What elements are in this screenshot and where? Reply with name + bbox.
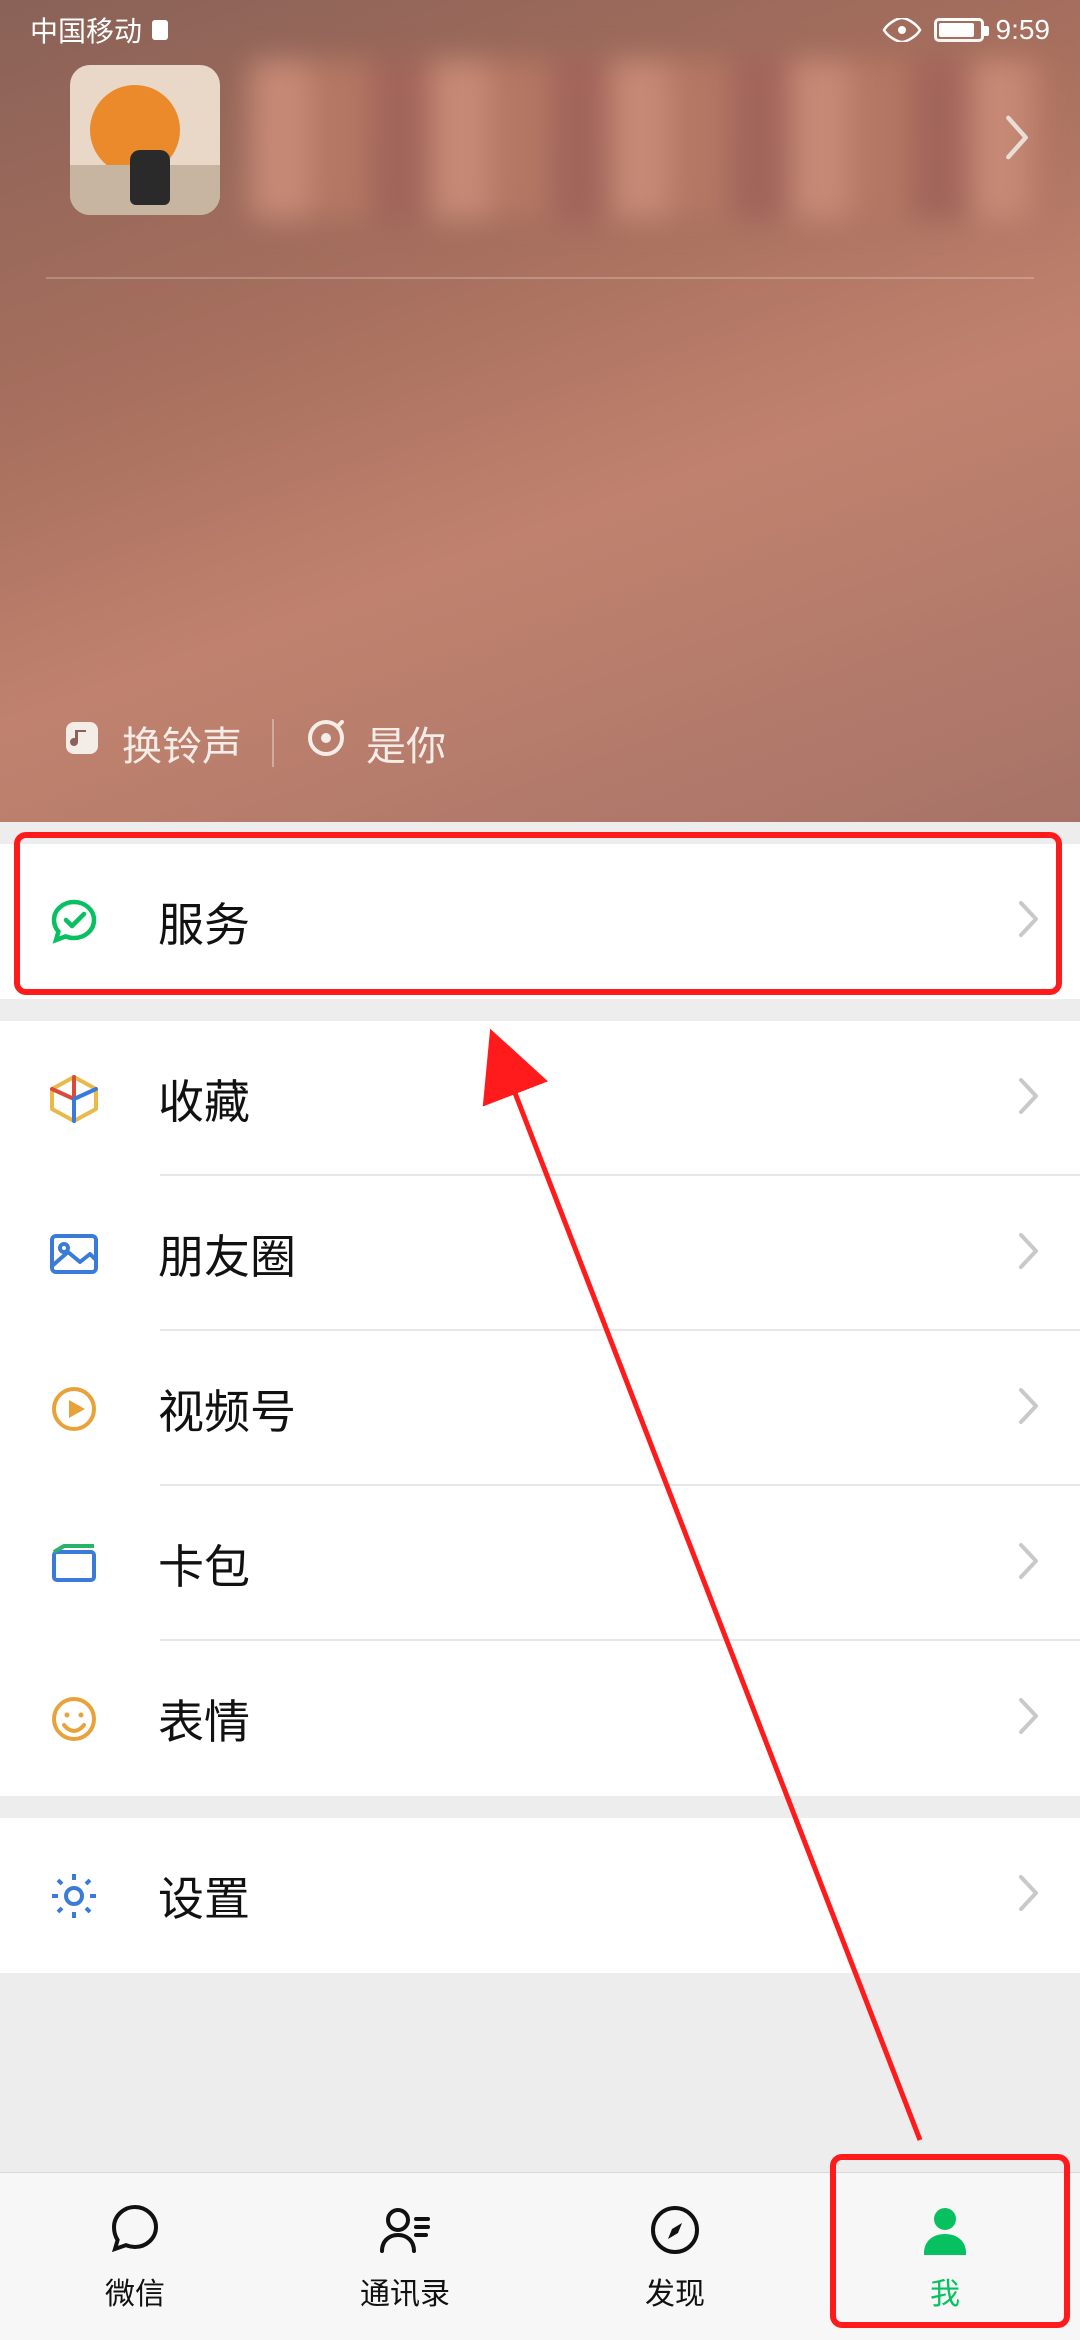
tab-discover-label: 发现 [645, 2269, 705, 2313]
music-note-icon [60, 716, 104, 770]
chevron-right-icon [1018, 1869, 1040, 1923]
sim-icon [148, 18, 172, 42]
cards-icon [46, 1536, 102, 1592]
person-icon [916, 2201, 974, 2259]
moments-icon [46, 1226, 102, 1282]
compass-icon [646, 2201, 704, 2259]
stickers-icon [46, 1691, 102, 1747]
settings-icon [46, 1868, 102, 1924]
chevron-right-icon [1018, 1382, 1040, 1436]
cards-label: 卡包 [158, 1531, 1018, 1597]
favorites-icon [46, 1071, 102, 1127]
separator [272, 719, 274, 767]
disc-icon [304, 716, 348, 770]
favorites-row[interactable]: 收藏 [0, 1021, 1080, 1176]
services-row[interactable]: 服务 [0, 844, 1080, 999]
chevron-right-icon [1018, 1072, 1040, 1126]
moments-label: 朋友圈 [158, 1221, 1018, 1287]
settings-label: 设置 [158, 1863, 1018, 1929]
change-ringtone-button[interactable]: 换铃声 [60, 714, 242, 772]
contacts-icon [376, 2201, 434, 2259]
tab-contacts-label: 通讯录 [360, 2269, 450, 2313]
clock-label: 9:59 [996, 14, 1051, 46]
chevron-right-icon [1002, 114, 1032, 167]
services-label: 服务 [158, 889, 1018, 955]
cards-row[interactable]: 卡包 [0, 1486, 1080, 1641]
chevron-right-icon [1018, 1692, 1040, 1746]
tab-chats[interactable]: 微信 [0, 2173, 270, 2340]
chat-bubble-icon [106, 2201, 164, 2259]
avatar [70, 65, 220, 215]
settings-row[interactable]: 设置 [0, 1818, 1080, 1973]
chevron-right-icon [1018, 895, 1040, 949]
tab-bar: 微信 通讯录 发现 我 [0, 2172, 1080, 2340]
stickers-row[interactable]: 表情 [0, 1641, 1080, 1796]
profile-row[interactable] [70, 60, 1050, 220]
tab-me-label: 我 [930, 2269, 960, 2313]
chevron-right-icon [1018, 1227, 1040, 1281]
services-icon [46, 894, 102, 950]
profile-header: 中国移动 9:59 换铃声 [0, 0, 1080, 822]
divider [46, 277, 1034, 279]
tab-me[interactable]: 我 [810, 2173, 1080, 2340]
channels-icon [46, 1381, 102, 1437]
current-song-button[interactable]: 是你 [304, 714, 446, 772]
status-bar: 中国移动 9:59 [0, 0, 1080, 60]
profile-info-redacted [250, 60, 1050, 220]
favorites-label: 收藏 [158, 1066, 1018, 1132]
chevron-right-icon [1018, 1537, 1040, 1591]
carrier-label: 中国移动 [30, 10, 142, 50]
tab-contacts[interactable]: 通讯录 [270, 2173, 540, 2340]
battery-icon [934, 18, 984, 42]
tab-chats-label: 微信 [105, 2269, 165, 2313]
current-song-label: 是你 [366, 714, 446, 772]
change-ringtone-label: 换铃声 [122, 714, 242, 772]
tab-discover[interactable]: 发现 [540, 2173, 810, 2340]
eye-icon [882, 18, 922, 42]
moments-row[interactable]: 朋友圈 [0, 1176, 1080, 1331]
channels-label: 视频号 [158, 1376, 1018, 1442]
channels-row[interactable]: 视频号 [0, 1331, 1080, 1486]
stickers-label: 表情 [158, 1686, 1018, 1752]
